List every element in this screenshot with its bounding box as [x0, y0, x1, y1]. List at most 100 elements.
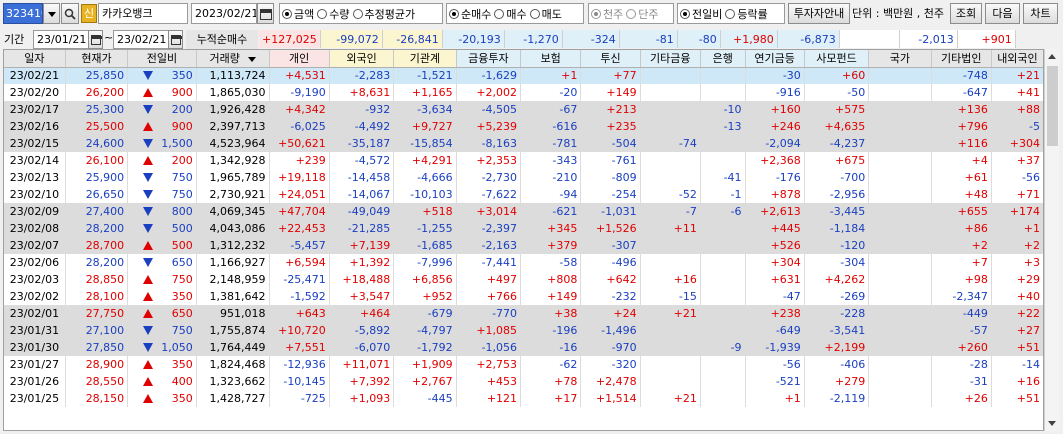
radio-prev-day[interactable]: 전일비 — [680, 6, 722, 22]
investor-cell: -2,283 — [329, 67, 395, 84]
change-value: 500 — [171, 239, 193, 252]
table-row[interactable]: 23/02/10 26,650 750 2,730,921 +24,051 -14,067… — [4, 186, 1043, 203]
table-row[interactable]: 23/02/15 24,600 1,500 4,523,964 +50,621 -35,1… — [4, 135, 1043, 152]
table-row[interactable]: 23/02/16 25,500 900 2,397,713 -6,025 -4,492 +9… — [4, 118, 1043, 135]
radio-quantity[interactable]: 수량 — [317, 6, 350, 22]
volume-cell: 1,323,662 — [196, 373, 270, 390]
column-header[interactable]: 현재가 — [65, 50, 129, 68]
change-value: 200 — [171, 103, 193, 116]
table-row[interactable]: 23/01/30 27,850 1,050 1,764,449 +7,551 -6,070… — [4, 339, 1043, 356]
date-cell: 23/02/06 — [4, 254, 66, 271]
table-row[interactable]: 23/01/31 27,100 750 1,755,874 +10,720 -5,892-… — [4, 322, 1043, 339]
investor-cell: +174 — [991, 203, 1043, 220]
table-row[interactable]: 23/02/08 28,200 500 4,043,086 +22,453 -21,285… — [4, 220, 1043, 237]
table-row[interactable]: 23/02/01 27,750 650 951,018 +643 +464 -679 -770… — [4, 305, 1043, 322]
up-triangle-icon — [142, 394, 153, 403]
date-cell: 23/02/14 — [4, 152, 66, 169]
column-header[interactable]: 투신 — [580, 50, 641, 68]
next-button[interactable]: 다음 — [985, 3, 1020, 24]
radio-sell-label: 매도 — [541, 7, 562, 21]
table-row[interactable]: 23/02/21 25,850 350 1,113,724 +4,531 -2,283 -1… — [4, 67, 1043, 84]
date-input[interactable]: 2023/02/21 — [191, 3, 257, 24]
column-header-label: 기관계 — [409, 52, 441, 66]
table-row[interactable]: 23/02/14 26,100 200 1,342,928 +239 -4,572 +4,2… — [4, 152, 1043, 169]
investor-cell — [868, 67, 932, 84]
investor-cell: +26 — [931, 390, 992, 407]
change-cell: 350 — [127, 67, 197, 84]
radio-sell[interactable]: 매도 — [529, 6, 562, 22]
investor-cell: +60 — [804, 67, 870, 84]
vertical-scrollbar[interactable] — [1044, 49, 1060, 431]
radio-buy[interactable]: 매수 — [494, 6, 527, 22]
column-header[interactable]: 일자 — [4, 50, 66, 68]
column-header[interactable]: 금융투자 — [456, 50, 522, 68]
table-row[interactable]: 23/02/09 27,400 800 4,069,345 +47,704 -49,049… — [4, 203, 1043, 220]
investor-cell: +86 — [931, 220, 992, 237]
scroll-up-button[interactable] — [1045, 49, 1060, 64]
table-row[interactable]: 23/01/25 28,150 350 1,428,727 -725 +1,093 -445… — [4, 390, 1043, 407]
column-header[interactable]: 보험 — [520, 50, 582, 68]
investor-cell: +3,547 — [329, 288, 395, 305]
table-row[interactable]: 23/01/26 28,550 400 1,323,662 -10,145 +7,392 +… — [4, 373, 1043, 390]
column-header[interactable]: 국가 — [868, 50, 932, 68]
table-row[interactable]: 23/02/20 26,200 900 1,865,030 -9,190 +8,631 +1… — [4, 84, 1043, 101]
column-header[interactable]: 사모펀드 — [804, 50, 870, 68]
investor-cell: +345 — [520, 220, 582, 237]
investor-cell: -15,854 — [393, 135, 457, 152]
investor-cell: +213 — [580, 101, 641, 118]
column-header[interactable]: 연기금등 — [745, 50, 805, 68]
column-header[interactable]: 기타법인 — [931, 50, 992, 68]
date-calendar-button[interactable] — [257, 3, 274, 24]
price-cell: 28,200 — [65, 254, 129, 271]
column-header[interactable]: 거래량 — [196, 50, 270, 68]
column-header[interactable]: 개인 — [269, 50, 330, 68]
sort-dropdown-icon[interactable] — [247, 56, 256, 62]
investor-cell — [640, 373, 701, 390]
compare-radio-group: 전일비 등락률 — [677, 3, 785, 24]
code-dropdown-button[interactable] — [43, 3, 60, 24]
investor-cell: -406 — [804, 356, 870, 373]
radio-change-rate[interactable]: 등락률 — [725, 6, 768, 22]
period-to-input[interactable]: 23/02/21 — [113, 30, 169, 49]
table-row[interactable]: 23/02/02 28,100 350 1,381,642 -1,592 +3,547 +9… — [4, 288, 1043, 305]
radio-net-buy[interactable]: 순매수 — [449, 6, 491, 22]
column-header[interactable]: 전일비 — [127, 50, 197, 68]
chart-button[interactable]: 차트 — [1023, 3, 1058, 24]
investor-cell: +304 — [991, 135, 1043, 152]
period-from-calendar-button[interactable] — [88, 30, 103, 49]
table-row[interactable]: 23/02/06 28,200 650 1,166,927 +6,594 +1,392 -7… — [4, 254, 1043, 271]
column-header-label: 금융투자 — [468, 52, 509, 66]
period-from-input[interactable]: 23/01/21 — [33, 30, 89, 49]
column-header[interactable]: 내외국인 — [991, 50, 1043, 68]
table-row[interactable]: 23/01/27 28,900 350 1,824,468 -12,936 +11,071… — [4, 356, 1043, 373]
date-cell: 23/01/31 — [4, 322, 66, 339]
stock-code-input[interactable]: 323410 — [3, 3, 43, 24]
query-button[interactable]: 조회 — [950, 3, 982, 24]
radio-single-shares[interactable]: 단주 — [626, 6, 659, 22]
stock-name-field[interactable]: 카카오뱅크 — [98, 3, 188, 24]
investor-cell: +7,551 — [269, 339, 330, 356]
investor-cell: +22,453 — [269, 220, 330, 237]
volume-cell: 1,113,724 — [196, 67, 270, 84]
period-to-calendar-button[interactable] — [168, 30, 183, 49]
table-row[interactable]: 23/02/13 25,900 750 1,965,789 +19,118 -14,458… — [4, 169, 1043, 186]
scroll-down-button[interactable] — [1045, 416, 1060, 431]
column-header[interactable]: 기타금융 — [640, 50, 701, 68]
radio-thousand-shares[interactable]: 천주 — [591, 6, 623, 22]
table-row[interactable]: 23/02/03 28,850 750 2,148,959 -25,471 +18,488… — [4, 271, 1043, 288]
column-header[interactable]: 은행 — [700, 50, 746, 68]
scroll-thumb[interactable] — [1047, 66, 1058, 146]
investor-cell: +2,613 — [745, 203, 805, 220]
search-button[interactable] — [61, 3, 79, 24]
radio-amount[interactable]: 금액 — [282, 6, 314, 22]
column-header[interactable]: 외국인 — [329, 50, 395, 68]
investor-cell — [868, 84, 932, 101]
radio-avg-price[interactable]: 추정평균가 — [352, 6, 415, 22]
up-triangle-icon — [142, 377, 153, 386]
table-row[interactable]: 23/02/17 25,300 200 1,926,428 +4,342 -932 -3,6… — [4, 101, 1043, 118]
date-cell: 23/02/03 — [4, 271, 66, 288]
investor-guide-button[interactable]: 투자자안내 — [788, 3, 850, 24]
column-header[interactable]: 기관계 — [393, 50, 457, 68]
price-cell: 28,900 — [65, 356, 129, 373]
table-row[interactable]: 23/02/07 28,700 500 1,312,232 -5,457 +7,139 -1… — [4, 237, 1043, 254]
